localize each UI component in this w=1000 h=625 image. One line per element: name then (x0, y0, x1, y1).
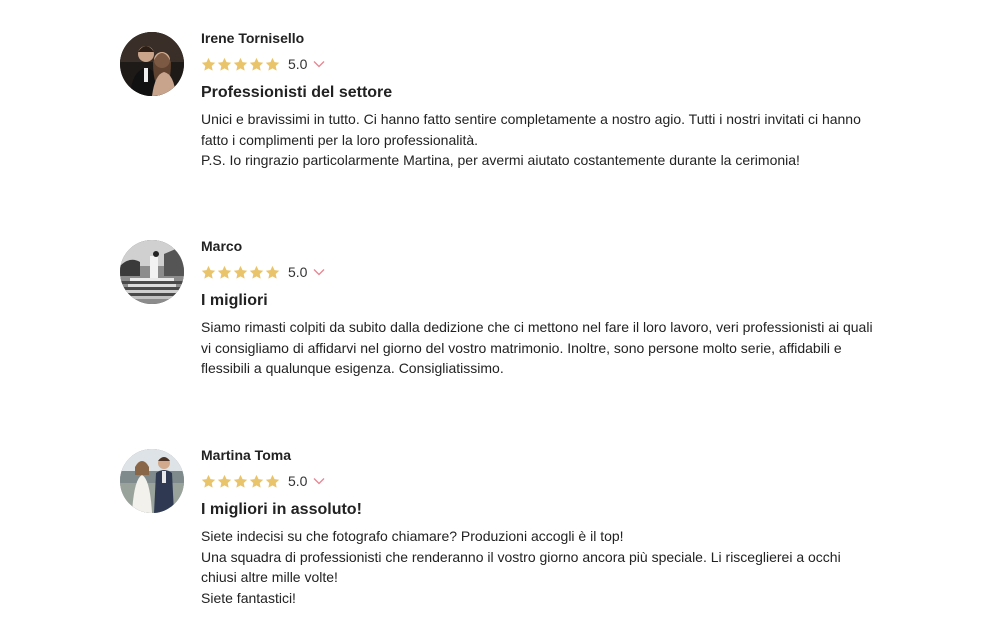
avatar (120, 32, 184, 96)
review-author: Marco (201, 238, 243, 254)
star-icon (201, 474, 216, 489)
chevron-down-icon[interactable] (313, 58, 325, 70)
rating-row: 5.0 (201, 54, 881, 74)
avatar (120, 449, 184, 513)
star-icon (265, 265, 280, 280)
reviews-list: Irene Tornisello 5.0 Professionisti del … (0, 0, 1000, 625)
review-title: Professionisti del settore (201, 84, 393, 101)
review-text: Unici e bravissimi in tutto. Ci hanno fa… (201, 111, 861, 168)
star-icon (265, 474, 280, 489)
star-icon (233, 57, 248, 72)
star-icon (217, 474, 232, 489)
chevron-down-icon[interactable] (313, 475, 325, 487)
review-author: Irene Tornisello (201, 30, 305, 46)
star-icon (217, 57, 232, 72)
star-icon (233, 265, 248, 280)
star-icon (249, 474, 264, 489)
star-rating (201, 57, 280, 72)
star-icon (265, 57, 280, 72)
star-icon (201, 57, 216, 72)
chevron-down-icon[interactable] (313, 266, 325, 278)
star-icon (233, 474, 248, 489)
review-text: Siete indecisi su che fotografo chiamare… (201, 528, 841, 606)
rating-row: 5.0 (201, 471, 881, 491)
review-author: Martina Toma (201, 447, 291, 463)
review-text: Siamo rimasti colpiti da subito dalla de… (201, 319, 873, 376)
star-icon (249, 57, 264, 72)
rating-row: 5.0 (201, 262, 881, 282)
rating-score: 5.0 (288, 473, 308, 489)
star-icon (249, 265, 264, 280)
review-title: I migliori (201, 292, 268, 309)
rating-score: 5.0 (288, 264, 308, 280)
star-rating (201, 265, 280, 280)
star-rating (201, 474, 280, 489)
star-icon (201, 265, 216, 280)
review-title: I migliori in assoluto! (201, 501, 362, 518)
star-icon (217, 265, 232, 280)
rating-score: 5.0 (288, 56, 308, 72)
avatar (120, 240, 184, 304)
